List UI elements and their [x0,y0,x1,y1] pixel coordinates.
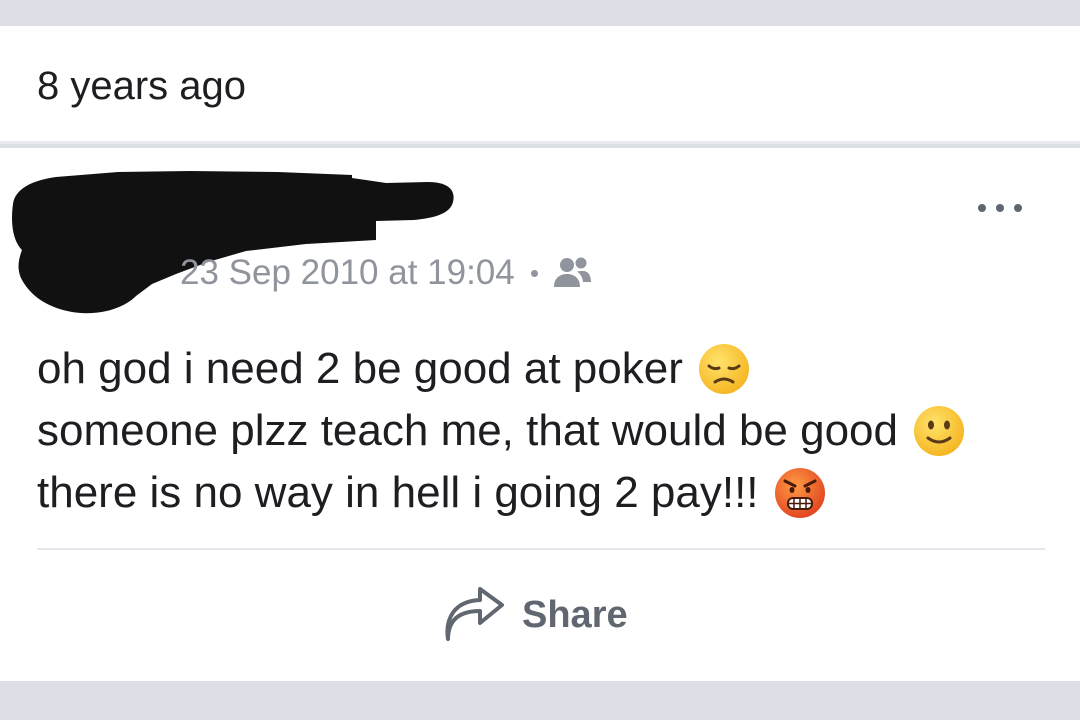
more-options-icon [978,204,986,212]
top-background-band [0,0,1080,26]
post-timestamp[interactable]: 23 Sep 2010 at 19:04 [180,253,515,293]
post-line: there is no way in hell i going 2 pay!!! [37,462,1067,524]
post-meta: 23 Sep 2010 at 19:04 [180,249,592,297]
slightly-smiling-face-emoji [914,406,964,456]
share-button[interactable]: Share [440,580,640,650]
more-options-dot [1014,204,1022,212]
share-arrow-icon [445,587,504,641]
memory-age-label: 8 years ago [37,64,247,108]
more-options-dot [996,204,1004,212]
disappointed-face-emoji [698,344,749,394]
post-card: 23 Sep 2010 at 19:04 oh god i need 2 be … [0,148,1080,681]
friends-icon[interactable] [552,256,592,290]
share-label: Share [522,593,628,636]
post-line-text: there is no way in hell i going 2 pay!!! [37,468,759,517]
meta-separator-dot [530,269,538,277]
post-line-text: someone plzz teach me, that would be goo… [37,406,898,455]
memory-header: 8 years ago [0,26,1080,144]
post-body: oh god i need 2 be good at poker someone… [37,338,1067,524]
post-line-text: oh god i need 2 be good at poker [37,344,683,393]
angry-face-emoji [774,468,825,518]
post-line: someone plzz teach me, that would be goo… [37,400,1067,462]
actions-divider [37,548,1045,550]
post-line: oh god i need 2 be good at poker [37,338,1067,400]
bottom-background-band [0,681,1080,720]
more-options-button[interactable] [960,186,1040,230]
